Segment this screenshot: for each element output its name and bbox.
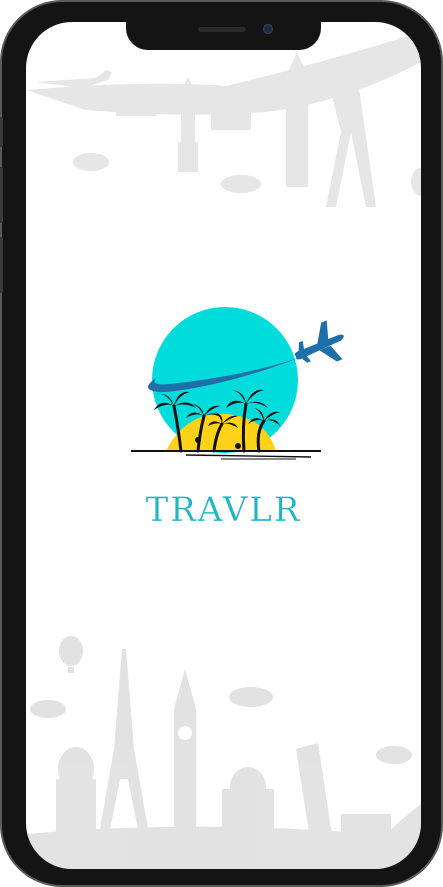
volume-up-button: [0, 167, 3, 223]
front-camera-icon: [263, 24, 273, 34]
app-brand-name: TRAVLR: [145, 490, 302, 530]
top-skyline-icon: [26, 32, 421, 207]
phone-frame: TRAVLR: [0, 0, 443, 887]
speaker-grille: [198, 27, 246, 32]
travel-logo-icon: [131, 307, 344, 460]
volume-down-button: [0, 237, 3, 293]
splash-screen: TRAVLR: [26, 22, 421, 869]
notch: [126, 22, 321, 50]
silent-switch: [0, 117, 3, 147]
bottom-skyline-icon: [26, 636, 421, 869]
